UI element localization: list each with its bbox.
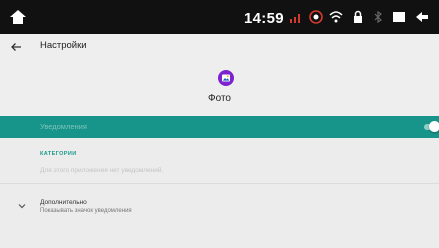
notifications-toggle-label: Уведомления (40, 122, 87, 131)
status-bar: 14:59 (0, 0, 439, 34)
signal-icon (290, 14, 300, 23)
divider (0, 183, 439, 184)
advanced-subtitle: Показывать значок уведомления (40, 208, 132, 214)
location-icon (309, 10, 323, 24)
chevron-down-icon (18, 204, 26, 209)
bluetooth-icon (374, 10, 382, 24)
lock-icon (354, 10, 362, 23)
notifications-switch[interactable] (424, 120, 439, 134)
photo-app-icon (218, 70, 234, 86)
switch-knob (429, 121, 439, 132)
page-title: Настройки (40, 40, 87, 51)
categories-header: КАТЕГОРИИ (40, 151, 77, 157)
arrow-back-icon[interactable] (8, 39, 24, 55)
app-header: Фото (0, 60, 439, 116)
app-name: Фото (208, 93, 231, 104)
advanced-title: Дополнительно (40, 199, 87, 206)
back-icon[interactable] (414, 9, 430, 25)
app-bar: Настройки (0, 34, 439, 60)
advanced-row[interactable]: Дополнительно Показывать значок уведомле… (0, 196, 439, 220)
status-time: 14:59 (244, 10, 284, 27)
notifications-toggle-row[interactable]: Уведомления (0, 116, 439, 138)
window-icon[interactable] (391, 9, 407, 25)
home-icon[interactable] (8, 8, 28, 26)
no-notifications-text: Для этого приложения нет уведомлений. (40, 167, 164, 174)
wifi-icon (329, 11, 343, 23)
